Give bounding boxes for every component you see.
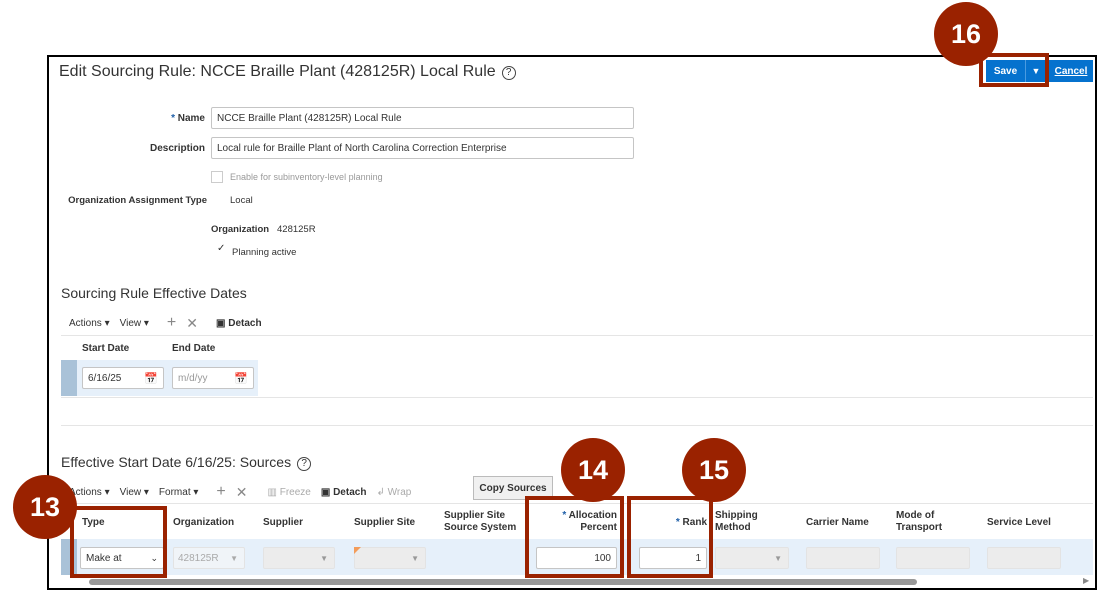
detach-button[interactable]: ▣ Detach [321, 487, 367, 498]
wrap-button[interactable]: ↲ Wrap [376, 487, 411, 498]
page-title: Edit Sourcing Rule: NCCE Braille Plant (… [59, 63, 516, 81]
column-organization: Organization [173, 517, 235, 528]
start-date-input[interactable]: 6/16/25 📅 [82, 367, 164, 389]
supplier-select[interactable]: ▼ [263, 547, 335, 569]
description-label: Description [149, 143, 205, 154]
callout-14: 14 [561, 438, 625, 502]
highlight-rank [627, 496, 713, 578]
planning-active-label: Planning active [232, 247, 297, 258]
column-start-date: Start Date [82, 343, 130, 354]
supplier-site-select[interactable]: ▼ [354, 547, 426, 569]
carrier-name-field[interactable] [806, 547, 880, 569]
add-icon[interactable]: + [167, 314, 176, 332]
calendar-icon[interactable]: 📅 [234, 372, 248, 385]
description-input[interactable]: Local rule for Braille Plant of North Ca… [211, 137, 634, 159]
organization-select[interactable]: 428125R ▼ [173, 547, 245, 569]
horizontal-scrollbar[interactable] [89, 579, 917, 585]
actions-menu[interactable]: Actions ▾ [69, 318, 110, 329]
callout-15: 15 [682, 438, 746, 502]
highlight-allocation [525, 496, 624, 578]
column-end-date: End Date [172, 343, 216, 354]
callout-13: 13 [13, 475, 77, 539]
column-supplier-site-source-system: Supplier Site Source System [444, 510, 517, 533]
dates-toolbar: Actions ▾ View ▾ + ✕ ▣ Detach [69, 314, 262, 332]
subinventory-label: Enable for subinventory-level planning [230, 172, 383, 182]
subinventory-checkbox[interactable] [211, 171, 223, 183]
mode-of-transport-field[interactable] [896, 547, 970, 569]
delete-icon[interactable]: ✕ [236, 484, 248, 501]
highlight-type [70, 506, 167, 578]
column-supplier-site: Supplier Site [354, 517, 416, 528]
scroll-right-icon[interactable]: ▶ [1083, 576, 1089, 585]
sources-toolbar: Actions ▾ View ▾ Format ▾ + ✕ ▥ Freeze ▣… [69, 483, 411, 501]
org-assignment-label: Organization Assignment Type [68, 195, 207, 206]
service-level-field[interactable] [987, 547, 1061, 569]
dropdown-icon: ▼ [230, 553, 238, 563]
column-mode-of-transport: Mode of Transport [896, 510, 943, 533]
shipping-method-select[interactable]: ▼ [715, 547, 789, 569]
divider [61, 335, 1093, 336]
calendar-icon[interactable]: 📅 [144, 372, 158, 385]
column-supplier: Supplier [263, 517, 304, 528]
callout-16: 16 [934, 2, 998, 66]
cancel-button[interactable]: Cancel [1049, 60, 1093, 82]
help-icon[interactable]: ? [501, 66, 516, 80]
column-shipping-method: Shipping Method [715, 510, 758, 533]
name-label: * Name [171, 113, 205, 124]
divider [61, 397, 1093, 398]
column-service-level: Service Level [987, 517, 1051, 528]
add-icon[interactable]: + [216, 483, 225, 501]
effective-dates-title: Sourcing Rule Effective Dates [61, 285, 247, 301]
detach-button[interactable]: ▣ Detach [216, 318, 262, 329]
sources-title: Effective Start Date 6/16/25: Sources? [61, 454, 312, 471]
organization-value: 428125R [277, 224, 316, 235]
view-menu[interactable]: View ▾ [120, 318, 149, 329]
format-menu[interactable]: Format ▾ [159, 487, 198, 498]
divider [61, 425, 1093, 426]
delete-icon[interactable]: ✕ [186, 315, 198, 332]
end-date-input[interactable]: m/d/yy 📅 [172, 367, 254, 389]
view-menu[interactable]: View ▾ [120, 487, 149, 498]
highlight-save [979, 53, 1049, 87]
required-indicator [354, 547, 361, 554]
help-icon[interactable]: ? [297, 457, 312, 471]
check-icon: ✓ [217, 243, 226, 254]
name-input[interactable]: NCCE Braille Plant (428125R) Local Rule [211, 107, 634, 129]
organization-label: Organization [211, 224, 270, 235]
freeze-button[interactable]: ▥ Freeze [267, 487, 310, 498]
org-assignment-value: Local [230, 195, 253, 206]
row-selector[interactable] [61, 360, 77, 396]
column-carrier-name: Carrier Name [806, 517, 869, 528]
